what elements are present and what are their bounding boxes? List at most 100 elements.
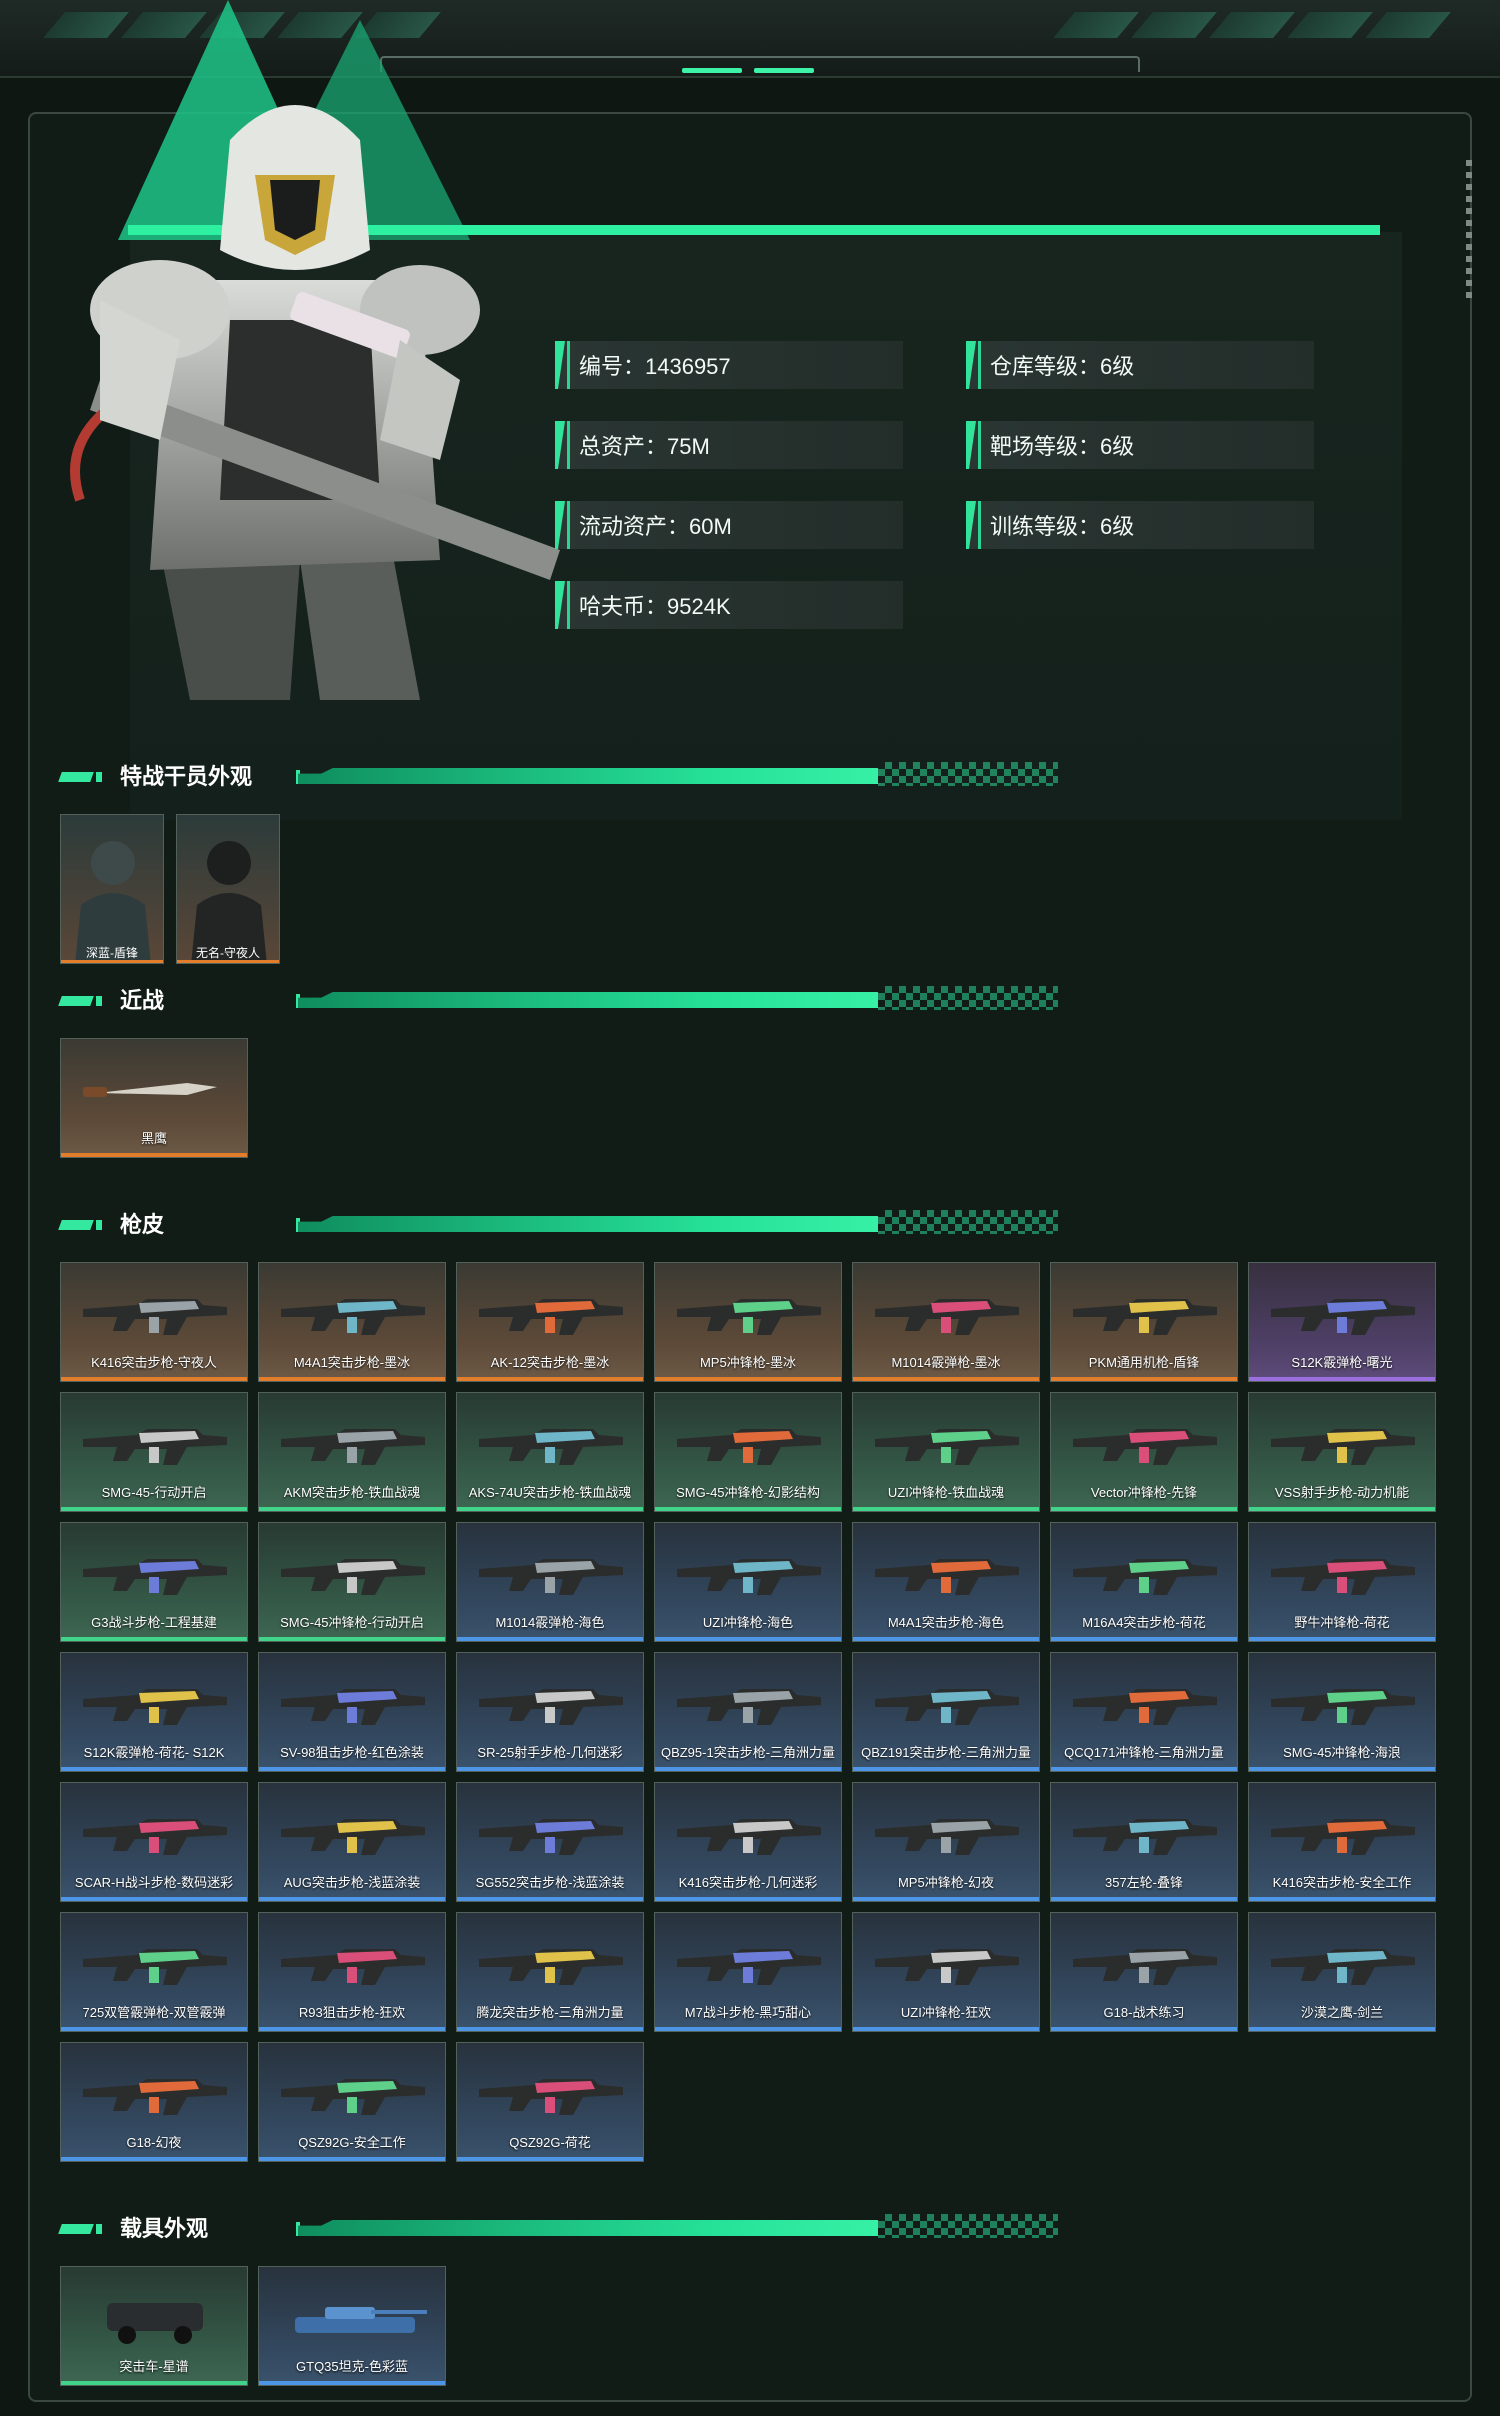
- skin-card[interactable]: M7战斗步枪-黑巧甜心: [654, 1912, 842, 2032]
- rarity-bar: [1249, 1507, 1435, 1511]
- rarity-bar: [457, 1507, 643, 1511]
- weapon-image: [677, 1429, 821, 1465]
- skin-card[interactable]: 腾龙突击步枪-三角洲力量: [456, 1912, 644, 2032]
- rarity-bar: [177, 960, 279, 963]
- rarity-bar: [259, 1377, 445, 1381]
- rarity-bar: [1051, 1507, 1237, 1511]
- skin-card[interactable]: QSZ92G-安全工作: [258, 2042, 446, 2162]
- rarity-bar: [655, 1507, 841, 1511]
- rarity-bar: [457, 2027, 643, 2031]
- operator-card[interactable]: 无名-守夜人: [176, 814, 280, 964]
- rarity-bar: [1249, 1377, 1435, 1381]
- skin-card[interactable]: SG552突击步枪-浅蓝涂装: [456, 1782, 644, 1902]
- skin-label: R93狙击步枪-狂欢: [298, 2005, 406, 2020]
- skin-label: Vector冲锋枪-先锋: [1090, 1485, 1198, 1500]
- skin-card[interactable]: PKM通用机枪-盾锋: [1050, 1262, 1238, 1382]
- skin-card[interactable]: SMG-45冲锋枪-海浪: [1248, 1652, 1436, 1772]
- weapon-image: [677, 1559, 821, 1595]
- skin-label: M7战斗步枪-黑巧甜心: [684, 2005, 812, 2020]
- melee-card[interactable]: 黑鹰: [60, 1038, 248, 1158]
- skin-label: SCAR-H战斗步枪-数码迷彩: [74, 1875, 234, 1890]
- skin-card[interactable]: SR-25射手步枪-几何迷彩: [456, 1652, 644, 1772]
- skin-card[interactable]: G18-战术练习: [1050, 1912, 1238, 2032]
- skin-card[interactable]: SV-98狙击步枪-红色涂装: [258, 1652, 446, 1772]
- skin-label: AUG突击步枪-浅蓝涂装: [283, 1875, 421, 1890]
- skin-label: G18-幻夜: [126, 2135, 182, 2150]
- weapon-image: [479, 1819, 623, 1855]
- range-level-text: 靶场等级：6级: [990, 434, 1135, 459]
- skin-card[interactable]: G3战斗步枪-工程基建: [60, 1522, 248, 1642]
- weapon-image: [1271, 1949, 1415, 1985]
- skin-card[interactable]: G18-幻夜: [60, 2042, 248, 2162]
- skin-card[interactable]: VSS射手步枪-动力机能: [1248, 1392, 1436, 1512]
- rarity-bar: [655, 1897, 841, 1901]
- skin-card[interactable]: QCQ171冲锋枪-三角洲力量: [1050, 1652, 1238, 1772]
- weapon-image: [677, 1819, 821, 1855]
- weapon-image: [479, 1299, 623, 1335]
- skin-card[interactable]: Vector冲锋枪-先锋: [1050, 1392, 1238, 1512]
- skin-card[interactable]: S12K霰弹枪-荷花- S12K: [60, 1652, 248, 1772]
- weapon-image: [281, 1819, 425, 1855]
- skin-card[interactable]: M16A4突击步枪-荷花: [1050, 1522, 1238, 1642]
- skin-card[interactable]: M4A1突击步枪-海色: [852, 1522, 1040, 1642]
- rarity-bar: [457, 1377, 643, 1381]
- skin-card[interactable]: 357左轮-叠锋: [1050, 1782, 1238, 1902]
- vehicle-card[interactable]: GTQ35坦克-色彩蓝: [258, 2266, 446, 2386]
- skin-card[interactable]: AK-12突击步枪-墨冰: [456, 1262, 644, 1382]
- skin-card[interactable]: AUG突击步枪-浅蓝涂装: [258, 1782, 446, 1902]
- skin-card[interactable]: K416突击步枪-几何迷彩: [654, 1782, 842, 1902]
- skin-card[interactable]: AKM突击步枪-铁血战魂: [258, 1392, 446, 1512]
- skin-label: 357左轮-叠锋: [1104, 1875, 1184, 1890]
- skin-card[interactable]: UZI冲锋枪-狂欢: [852, 1912, 1040, 2032]
- skin-card[interactable]: S12K霰弹枪-曙光: [1248, 1262, 1436, 1382]
- skin-card[interactable]: R93狙击步枪-狂欢: [258, 1912, 446, 2032]
- melee-label: 黑鹰: [140, 1131, 167, 1146]
- scroll-indicator[interactable]: [1466, 160, 1472, 300]
- skin-card[interactable]: 725双管霰弹枪-双管霰弹: [60, 1912, 248, 2032]
- weapon-image: [83, 1949, 227, 1985]
- weapon-image: [1073, 1559, 1217, 1595]
- skin-card[interactable]: QBZ95-1突击步枪-三角洲力量: [654, 1652, 842, 1772]
- vehicle-label: 突击车-星谱: [119, 2359, 189, 2374]
- skin-card[interactable]: AKS-74U突击步枪-铁血战魂: [456, 1392, 644, 1512]
- skin-label: UZI冲锋枪-铁血战魂: [887, 1485, 1005, 1500]
- section-header-skins: 枪皮: [58, 1210, 1058, 1240]
- rarity-bar: [655, 1767, 841, 1771]
- skin-card[interactable]: K416突击步枪-安全工作: [1248, 1782, 1436, 1902]
- rarity-bar: [457, 2157, 643, 2161]
- vehicle-card[interactable]: 突击车-星谱: [60, 2266, 248, 2386]
- skin-label: 野牛冲锋枪-荷花: [1294, 1615, 1390, 1630]
- skin-label: SG552突击步枪-浅蓝涂装: [475, 1875, 625, 1890]
- skin-card[interactable]: MP5冲锋枪-幻夜: [852, 1782, 1040, 1902]
- skin-label: AKM突击步枪-铁血战魂: [283, 1485, 421, 1500]
- skin-card[interactable]: SMG-45冲锋枪-行动开启: [258, 1522, 446, 1642]
- skin-card[interactable]: 沙漠之鹰-剑兰: [1248, 1912, 1436, 2032]
- skin-label: K416突击步枪-安全工作: [1272, 1875, 1412, 1890]
- skin-card[interactable]: UZI冲锋枪-海色: [654, 1522, 842, 1642]
- skin-card[interactable]: SMG-45-行动开启: [60, 1392, 248, 1512]
- skin-label: VSS射手步枪-动力机能: [1274, 1485, 1410, 1500]
- section-title: 近战: [120, 988, 165, 1013]
- skin-label: SR-25射手步枪-几何迷彩: [477, 1745, 623, 1760]
- skin-card[interactable]: SMG-45冲锋枪-幻影结构: [654, 1392, 842, 1512]
- skin-card[interactable]: QBZ191突击步枪-三角洲力量: [852, 1652, 1040, 1772]
- skin-label: UZI冲锋枪-狂欢: [900, 2005, 992, 2020]
- skin-card[interactable]: MP5冲锋枪-墨冰: [654, 1262, 842, 1382]
- weapon-image: [479, 1559, 623, 1595]
- weapon-image: [677, 1689, 821, 1725]
- skin-card[interactable]: UZI冲锋枪-铁血战魂: [852, 1392, 1040, 1512]
- rarity-bar: [61, 2027, 247, 2031]
- skin-card[interactable]: 野牛冲锋枪-荷花: [1248, 1522, 1436, 1642]
- rarity-bar: [1051, 2027, 1237, 2031]
- vehicle-image: [107, 2303, 203, 2344]
- total-assets-text: 总资产：75M: [579, 434, 710, 459]
- skin-card[interactable]: M4A1突击步枪-墨冰: [258, 1262, 446, 1382]
- skin-card[interactable]: M1014霰弹枪-墨冰: [852, 1262, 1040, 1382]
- rarity-bar: [457, 1637, 643, 1641]
- operator-card[interactable]: 深蓝-盾锋: [60, 814, 164, 964]
- skin-card[interactable]: QSZ92G-荷花: [456, 2042, 644, 2162]
- section-title: 枪皮: [120, 1212, 165, 1237]
- skin-card[interactable]: K416突击步枪-守夜人: [60, 1262, 248, 1382]
- skin-card[interactable]: SCAR-H战斗步枪-数码迷彩: [60, 1782, 248, 1902]
- skin-card[interactable]: M1014霰弹枪-海色: [456, 1522, 644, 1642]
